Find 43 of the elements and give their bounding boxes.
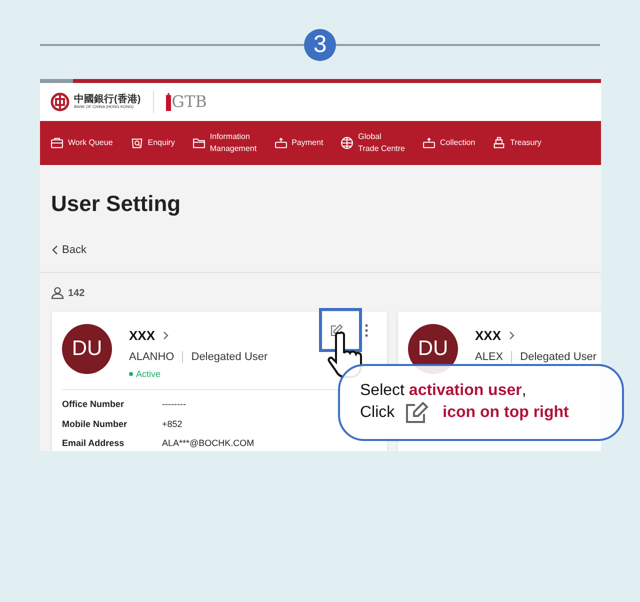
more-options-icon[interactable] <box>365 324 368 336</box>
user-login: ALEX <box>475 350 504 365</box>
detail-value: ALA***@BOCHK.COM <box>162 437 254 450</box>
bank-logo-icon <box>50 92 70 112</box>
nav-item[interactable]: Collection <box>440 137 476 149</box>
detail-label: Office Number <box>62 398 126 411</box>
status-label: Active <box>136 368 161 380</box>
briefcase-icon <box>50 136 64 150</box>
user-icon <box>51 287 64 299</box>
globe-icon <box>340 136 354 150</box>
nav-item[interactable]: Global Trade Centre <box>358 131 406 155</box>
back-link[interactable]: Back <box>51 242 590 258</box>
chevron-right-icon <box>163 330 170 340</box>
edit-icon <box>404 402 429 424</box>
chevron-left-icon <box>51 245 58 256</box>
instruction-text: icon on top right <box>442 403 569 423</box>
nav-item[interactable]: Payment <box>292 137 324 149</box>
bank-name-chinese: 中國銀行(香港) <box>74 95 141 105</box>
user-name[interactable]: XXX <box>129 326 156 345</box>
detail-value: -------- <box>162 398 186 411</box>
step-number-badge: 3 <box>304 29 336 61</box>
bars-icon <box>492 136 506 150</box>
chevron-right-icon <box>509 330 516 340</box>
nav-item[interactable]: Treasury <box>510 137 542 149</box>
user-count: 142 <box>68 286 85 300</box>
detail-label: Email Address <box>62 437 126 450</box>
search-icon <box>130 136 144 150</box>
detail-label: Mobile Number <box>62 418 128 430</box>
nav-item[interactable]: Information Management <box>210 131 257 155</box>
instruction-text: Select activation user, <box>360 381 528 401</box>
user-name[interactable]: XXX <box>475 326 502 345</box>
user-login: ALANHO <box>129 350 174 365</box>
tower-icon <box>166 93 171 111</box>
folder-icon <box>192 136 206 150</box>
nav-item[interactable]: Work Queue <box>68 137 113 149</box>
detail-value: +852 <box>162 418 182 430</box>
avatar: DU <box>62 324 112 374</box>
product-logo: GTB <box>172 91 207 113</box>
page-title: User Setting <box>51 190 182 218</box>
nav-item[interactable]: Enquiry <box>148 137 175 149</box>
user-role: Delegated User <box>520 350 597 365</box>
user-role: Delegated User <box>191 350 268 365</box>
instruction-text: Click <box>360 403 395 423</box>
